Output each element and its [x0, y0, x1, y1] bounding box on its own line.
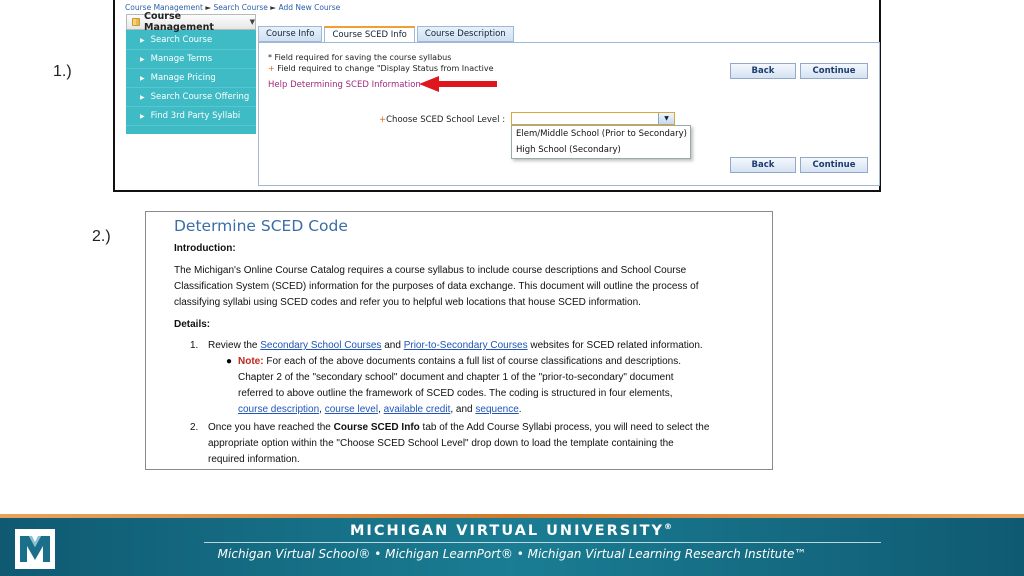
- brand-name: MICHIGAN VIRTUAL UNIVERSITY: [350, 522, 664, 539]
- sced-info-panel: * Field required for saving the course s…: [258, 42, 880, 186]
- chevron-down-icon[interactable]: ▼: [658, 113, 674, 124]
- menu-item-search-course-offering[interactable]: ▶ Search Course Offering: [126, 88, 256, 107]
- note-text: Chapter 2 of the "secondary school" docu…: [238, 372, 674, 383]
- footer-tagline: Michigan Virtual School® • Michigan Lear…: [217, 547, 807, 561]
- menu-item-label: Find 3rd Party Syllabi: [150, 111, 241, 121]
- chevron-right-icon: ▶: [140, 74, 145, 82]
- footer-brand: MICHIGAN VIRTUAL UNIVERSITY®: [0, 522, 1024, 539]
- breadcrumb-add-new-course[interactable]: Add New Course: [278, 3, 340, 12]
- intro-line: Classification System (SCED) information…: [174, 281, 699, 292]
- footer-divider: [204, 542, 881, 543]
- chevron-right-icon: ▶: [140, 36, 145, 44]
- menu-item-label: Search Course: [150, 35, 213, 45]
- required-note-display-status: + Field required to change "Display Stat…: [268, 64, 494, 73]
- document-title: Determine SCED Code: [174, 217, 348, 235]
- intro-paragraph: The Michigan's Online Course Catalog req…: [174, 263, 759, 311]
- choose-sced-level-text: Choose SCED School Level :: [386, 115, 506, 125]
- chevron-right-icon: ▶: [140, 55, 145, 63]
- menu-item-label: Manage Pricing: [150, 73, 216, 83]
- tab-course-info[interactable]: Course Info: [258, 26, 323, 42]
- note-text: For each of the above documents contains…: [263, 356, 682, 367]
- menu-item-find-3rd-party-syllabi[interactable]: ▶ Find 3rd Party Syllabi: [126, 107, 256, 126]
- secondary-school-courses-link[interactable]: Secondary School Courses: [260, 340, 381, 351]
- menu-item-label: Search Course Offering: [150, 92, 250, 102]
- red-arrow-icon: [419, 76, 499, 96]
- intro-line: classifying syllabi using SCED codes and…: [174, 297, 641, 308]
- item-text: tab of the Add Course Syllabi process, y…: [419, 422, 710, 433]
- chevron-down-icon: ▼: [249, 18, 255, 26]
- note-separator: , and: [450, 404, 476, 415]
- intro-line: The Michigan's Online Course Catalog req…: [174, 265, 687, 276]
- menu-items: ▶ Search Course ▶ Manage Terms ▶ Manage Pri…: [126, 30, 256, 134]
- continue-button-top[interactable]: Continue: [800, 63, 868, 79]
- item-text: Once you have reached the: [208, 422, 334, 433]
- details-note: Note: For each of the above documents co…: [238, 354, 763, 418]
- item-bold-text: Course SCED Info: [333, 422, 420, 433]
- menu-item-label: Manage Terms: [150, 54, 213, 64]
- menu-header[interactable]: Course Management ▼: [126, 11, 256, 33]
- plus-marker: +: [268, 64, 275, 73]
- note-text: referred to above outline the framework …: [238, 388, 673, 399]
- chevron-right-icon: ▶: [140, 112, 145, 120]
- option-high-school[interactable]: High School (Secondary): [512, 142, 690, 158]
- item-text: and: [381, 340, 404, 351]
- breadcrumb-separator: ►: [270, 3, 277, 12]
- course-management-menu: Course Management ▼ ▶ Search Course ▶ Mana…: [126, 11, 256, 134]
- item-text: appropriate option within the "Choose SC…: [208, 438, 674, 449]
- menu-header-label: Course Management: [144, 11, 214, 33]
- intro-heading: Introduction:: [174, 243, 236, 254]
- note-label: Note:: [238, 356, 264, 367]
- menu-item-manage-terms[interactable]: ▶ Manage Terms: [126, 50, 256, 69]
- details-item-1: 1. Review the Secondary School Courses a…: [190, 338, 778, 354]
- menu-item-search-course[interactable]: ▶ Search Course: [126, 31, 256, 50]
- book-icon: [131, 17, 141, 27]
- details-heading: Details:: [174, 319, 211, 330]
- step-1-label: 1.): [53, 63, 72, 80]
- sced-school-level-select[interactable]: ▼: [511, 112, 675, 125]
- chevron-right-icon: ▶: [140, 93, 145, 101]
- back-button-top[interactable]: Back: [730, 63, 796, 79]
- tab-course-description[interactable]: Course Description: [416, 26, 514, 42]
- note-end: .: [518, 404, 522, 415]
- sced-instructions-document: Determine SCED Code Introduction: The Mi…: [145, 211, 773, 470]
- required-note-save: * Field required for saving the course s…: [268, 53, 452, 62]
- item-text: Review the: [208, 340, 261, 351]
- bullet-icon: ●: [226, 356, 233, 367]
- course-description-link[interactable]: course description: [238, 404, 319, 415]
- course-level-link[interactable]: course level: [325, 404, 378, 415]
- required-note-text: Field required to change "Display Status…: [274, 64, 494, 73]
- sequence-link[interactable]: sequence: [475, 404, 518, 415]
- course-form: Course Info Course SCED Info Course Desc…: [258, 26, 882, 188]
- item-text: websites for SCED related information.: [527, 340, 703, 351]
- choose-sced-level-label: +Choose SCED School Level :: [379, 115, 505, 125]
- step-2-label: 2.): [92, 228, 111, 245]
- available-credit-link[interactable]: available credit: [384, 404, 451, 415]
- tab-course-sced-info[interactable]: Course SCED Info: [324, 26, 415, 43]
- details-item-2: 2. Once you have reached the Course SCED…: [190, 420, 778, 468]
- sced-level-dropdown: Elem/Middle School (Prior to Secondary) …: [511, 125, 691, 159]
- option-elem-middle[interactable]: Elem/Middle School (Prior to Secondary): [512, 126, 690, 142]
- list-number: 2.: [190, 422, 199, 433]
- course-tabs: Course Info Course SCED Info Course Desc…: [258, 26, 516, 43]
- item-text: required information.: [208, 454, 300, 465]
- back-button-bottom[interactable]: Back: [730, 157, 796, 173]
- help-sced-link[interactable]: Help Determining SCED Information: [268, 80, 421, 90]
- sced-app-screenshot: Course Management ► Search Course ► Add …: [113, 0, 881, 192]
- prior-to-secondary-courses-link[interactable]: Prior-to-Secondary Courses: [404, 340, 528, 351]
- footer-bar: MICHIGAN VIRTUAL UNIVERSITY® Michigan Vi…: [0, 518, 1024, 576]
- registered-mark: ®: [664, 522, 674, 531]
- menu-item-manage-pricing[interactable]: ▶ Manage Pricing: [126, 69, 256, 88]
- list-number: 1.: [190, 340, 199, 351]
- continue-button-bottom[interactable]: Continue: [800, 157, 868, 173]
